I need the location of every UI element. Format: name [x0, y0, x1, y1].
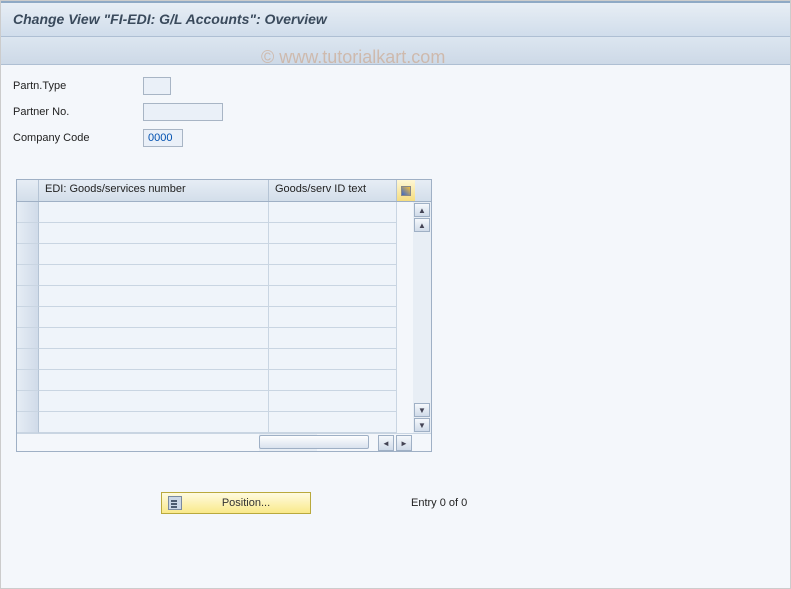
row-selector[interactable] — [17, 391, 39, 412]
cell-goods-text[interactable] — [269, 412, 397, 433]
cell-goods-text[interactable] — [269, 286, 397, 307]
scroll-right-icon[interactable]: ► — [396, 435, 412, 451]
entry-counter: Entry 0 of 0 — [411, 497, 467, 509]
row-selector[interactable] — [17, 265, 39, 286]
table-row — [17, 244, 431, 265]
table-body: ▲ ▲ ▼ ▼ — [17, 202, 431, 433]
row-selector[interactable] — [17, 286, 39, 307]
form-area: Partn.Type Partner No. Company Code 0000 — [1, 65, 790, 159]
cell-goods-number[interactable] — [39, 307, 269, 328]
table-row — [17, 286, 431, 307]
row-selector[interactable] — [17, 244, 39, 265]
cell-goods-number[interactable] — [39, 328, 269, 349]
cell-goods-text[interactable] — [269, 349, 397, 370]
cell-goods-number[interactable] — [39, 202, 269, 223]
data-table: EDI: Goods/services number Goods/serv ID… — [16, 179, 432, 452]
cell-goods-text[interactable] — [269, 370, 397, 391]
table-row — [17, 265, 431, 286]
cell-goods-number[interactable] — [39, 223, 269, 244]
table-row — [17, 328, 431, 349]
partn-type-label: Partn.Type — [13, 80, 143, 92]
scroll-down-icon[interactable]: ▼ — [414, 418, 430, 432]
row-selector[interactable] — [17, 349, 39, 370]
page-header: Change View "FI-EDI: G/L Accounts": Over… — [1, 1, 790, 37]
table-row — [17, 391, 431, 412]
row-selector[interactable] — [17, 370, 39, 391]
cell-goods-text[interactable] — [269, 265, 397, 286]
table-row — [17, 349, 431, 370]
cell-goods-number[interactable] — [39, 412, 269, 433]
horizontal-scrollbar[interactable]: ◄ ► — [17, 433, 431, 451]
cell-goods-text[interactable] — [269, 391, 397, 412]
table-row — [17, 412, 431, 433]
row-selector[interactable] — [17, 307, 39, 328]
page-title: Change View "FI-EDI: G/L Accounts": Over… — [13, 11, 327, 27]
table-row — [17, 307, 431, 328]
table-row — [17, 370, 431, 391]
column-header-goods-text[interactable]: Goods/serv ID text — [269, 180, 397, 201]
cell-goods-text[interactable] — [269, 328, 397, 349]
cell-goods-number[interactable] — [39, 391, 269, 412]
settings-icon — [401, 186, 411, 196]
partner-no-label: Partner No. — [13, 106, 143, 118]
company-code-field[interactable]: 0000 — [143, 129, 183, 147]
row-selector[interactable] — [17, 202, 39, 223]
row-selector[interactable] — [17, 223, 39, 244]
row-selector[interactable] — [17, 328, 39, 349]
position-label: Position... — [188, 497, 304, 509]
table-row — [17, 202, 431, 223]
vertical-scrollbar[interactable]: ▲ ▲ ▼ ▼ — [413, 202, 431, 433]
company-code-label: Company Code — [13, 132, 143, 144]
cell-goods-text[interactable] — [269, 223, 397, 244]
cell-goods-number[interactable] — [39, 244, 269, 265]
select-all-handle[interactable] — [17, 180, 39, 201]
partner-no-field[interactable] — [143, 103, 223, 121]
cell-goods-number[interactable] — [39, 349, 269, 370]
table-settings-button[interactable] — [397, 180, 415, 201]
cell-goods-text[interactable] — [269, 202, 397, 223]
cell-goods-text[interactable] — [269, 307, 397, 328]
scroll-left-icon[interactable]: ◄ — [378, 435, 394, 451]
column-header-goods-number[interactable]: EDI: Goods/services number — [39, 180, 269, 201]
scroll-up2-icon[interactable]: ▲ — [414, 218, 430, 232]
scroll-up-icon[interactable]: ▲ — [414, 203, 430, 217]
position-button[interactable]: Position... — [161, 492, 311, 514]
cell-goods-text[interactable] — [269, 244, 397, 265]
application-toolbar — [1, 37, 790, 65]
table-row — [17, 223, 431, 244]
hscroll-thumb[interactable] — [259, 435, 369, 449]
footer: Position... Entry 0 of 0 — [1, 492, 790, 514]
cell-goods-number[interactable] — [39, 370, 269, 391]
scroll-down2-icon[interactable]: ▼ — [414, 403, 430, 417]
position-icon — [168, 496, 182, 510]
cell-goods-number[interactable] — [39, 265, 269, 286]
row-selector[interactable] — [17, 412, 39, 433]
partn-type-field[interactable] — [143, 77, 171, 95]
cell-goods-number[interactable] — [39, 286, 269, 307]
